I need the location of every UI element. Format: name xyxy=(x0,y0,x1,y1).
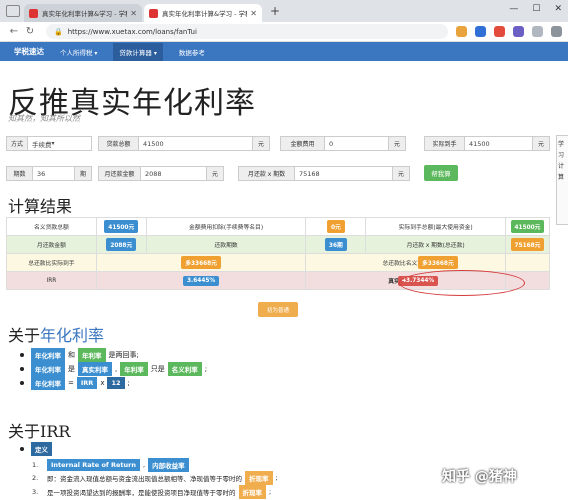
site-navbar: 学税速达 个人所得税 贷款计算器 数据参考 xyxy=(0,42,568,61)
refresh-icon[interactable]: ↻ xyxy=(22,26,38,37)
list-item: 年化利率 和 年利率 是两回事; xyxy=(20,348,139,362)
extension-icon[interactable] xyxy=(475,26,486,37)
actual-received-field[interactable]: 实际到手 41500 元 xyxy=(424,136,550,151)
result-chip: 0元 xyxy=(326,220,345,233)
profile-avatar[interactable] xyxy=(532,26,543,37)
browser-tab-2[interactable]: 真实年化利率计算&学习 - 学税... ✕ xyxy=(144,4,262,22)
more-menu-icon[interactable] xyxy=(551,26,562,37)
fee-field[interactable]: 金额费用 0 元 xyxy=(280,136,406,151)
table-row: 月还款金额 2088元 还款期数 36期 月还款 x 期数(总还款) 75168… xyxy=(6,235,550,254)
window-controls: — ☐ ✕ xyxy=(509,4,562,14)
result-chip: 多33668元 xyxy=(418,256,458,269)
reset-button[interactable]: 初为普通 xyxy=(258,302,298,317)
list-item: 3. 是一项投资渴望达到的报酬率，是能使投资项目净现值等于零时的 折现率 ; xyxy=(32,485,271,499)
extension-icon[interactable] xyxy=(494,26,505,37)
close-tab-icon[interactable]: ✕ xyxy=(130,9,137,18)
about-annual-rate-heading: 关于年化利率 xyxy=(8,326,105,345)
browser-tabbar: 真实年化利率计算&学习 - 学税... ✕ 真实年化利率计算&学习 - 学税..… xyxy=(0,0,568,22)
list-item: 1. Internal Rate of Return , 内部收益率 xyxy=(32,458,189,472)
result-chip: 41500元 xyxy=(510,220,545,233)
result-chip: 41500元 xyxy=(104,220,139,233)
site-brand[interactable]: 学税速达 xyxy=(14,46,44,57)
list-item: 年化利率 = IRR x 12 ; xyxy=(20,376,130,390)
result-chip: 多33668元 xyxy=(181,256,221,269)
list-item: 2. 即：资金流入现值总额与资金流出现值总额相等、净现值等于零时的 折现率 ; xyxy=(32,471,278,485)
back-icon[interactable]: ← xyxy=(6,26,22,37)
result-chip: 36期 xyxy=(324,238,347,251)
result-chip: 75168元 xyxy=(510,238,545,251)
site-favicon-icon xyxy=(149,8,158,18)
close-window-icon[interactable]: ✕ xyxy=(554,4,562,14)
zhihu-watermark: 知乎 @猪神 xyxy=(442,469,517,485)
calculate-button[interactable]: 帮我算 xyxy=(424,165,458,181)
new-tab-icon[interactable]: + xyxy=(270,4,280,18)
list-item: 年化利率 是 真实利率 , 年利率 只是 名义利率 ; xyxy=(20,362,207,376)
highlight-ellipse xyxy=(399,270,525,296)
nav-item-data-reference[interactable]: 数据参考 xyxy=(179,47,205,57)
window-menu-icon[interactable] xyxy=(6,5,20,17)
close-tab-icon[interactable]: ✕ xyxy=(250,9,257,18)
page-subtitle: 知其然，知其所以然 xyxy=(8,114,80,123)
site-favicon-icon xyxy=(29,8,38,18)
result-chip: 2088元 xyxy=(106,238,137,251)
about-irr-heading: 关于IRR xyxy=(8,422,71,441)
maximize-icon[interactable]: ☐ xyxy=(532,4,540,14)
list-item: 定义 xyxy=(20,442,52,456)
method-select[interactable]: 方式 手续费 xyxy=(6,136,92,151)
extension-bar xyxy=(456,26,562,37)
total-repayment-field[interactable]: 月还款 x 期数 75168 元 xyxy=(238,166,410,181)
extension-icon[interactable] xyxy=(513,26,524,37)
minimize-icon[interactable]: — xyxy=(509,4,518,14)
browser-tab-1[interactable]: 真实年化利率计算&学习 - 学税... ✕ xyxy=(24,4,142,22)
irr-chip: 3.6445% xyxy=(183,275,220,286)
url-field[interactable]: 🔒 https://www.xuetax.com/loans/fanTui xyxy=(46,24,448,39)
principal-field[interactable]: 贷款总额 41500 元 xyxy=(98,136,270,151)
results-heading: 计算结果 xyxy=(8,197,73,216)
table-row: 名义贷款总额 41500元 金额费用扣除(手续费等名目) 0元 实际到手总额(最… xyxy=(6,217,550,236)
lock-icon: 🔒 xyxy=(54,27,63,36)
nav-item-income-tax[interactable]: 个人所得税 xyxy=(60,47,97,57)
periods-field[interactable]: 期数 36 期 xyxy=(6,166,92,181)
extension-icon[interactable] xyxy=(456,26,467,37)
nav-item-loan-calculator[interactable]: 贷款计算器 xyxy=(113,42,163,61)
address-bar: ← ↻ 🔒 https://www.xuetax.com/loans/fanTu… xyxy=(0,22,568,42)
monthly-payment-field[interactable]: 月还款金额 2088 元 xyxy=(98,166,224,181)
side-panel[interactable]: 学 习 计 算 xyxy=(556,135,568,225)
table-row: 总还款比实际到手 多33668元 总还款比名义贷款 多33668元 xyxy=(6,253,550,272)
